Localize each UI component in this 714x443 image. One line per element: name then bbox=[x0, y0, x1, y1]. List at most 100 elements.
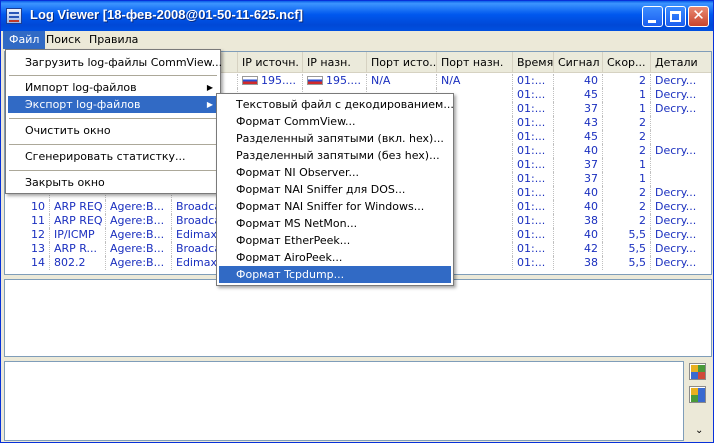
cell-text: Agere:B... bbox=[110, 242, 165, 255]
cell-text: 45 bbox=[584, 88, 598, 101]
cell-text: 1 bbox=[639, 158, 646, 171]
cell-text: 01:... bbox=[517, 102, 546, 115]
column-header[interactable]: Время bbox=[513, 52, 554, 73]
table-cell-no: 12 bbox=[5, 228, 50, 242]
export-format-item[interactable]: Формат AiroPeek... bbox=[219, 249, 451, 266]
column-header[interactable]: Детали bbox=[651, 52, 711, 73]
cell-text: 01:... bbox=[517, 144, 546, 157]
menu-item-label: Очистить окно bbox=[25, 124, 111, 137]
export-format-item[interactable]: Формат CommView... bbox=[219, 113, 451, 130]
layout-quadrant bbox=[698, 388, 705, 395]
menu-search[interactable]: Поиск bbox=[40, 31, 87, 49]
table-cell-details bbox=[651, 172, 711, 186]
log-viewer-window: Log Viewer [18-фев-2008@01-50-11-625.ncf… bbox=[0, 0, 714, 443]
cell-text: ARP REQ bbox=[54, 214, 103, 227]
packet-details-pane[interactable] bbox=[4, 279, 712, 357]
export-format-item[interactable]: Разделенный запятыми (вкл. hex)... bbox=[219, 130, 451, 147]
table-cell-proto: IP/ICMP bbox=[50, 228, 106, 242]
export-format-item[interactable]: Разделенный запятыми (без hex)... bbox=[219, 147, 451, 164]
export-format-item[interactable]: Формат MS NetMon... bbox=[219, 215, 451, 232]
table-cell-signal: 37 bbox=[554, 172, 603, 186]
clear-window-item[interactable]: Очистить окно bbox=[8, 122, 218, 139]
column-header[interactable]: Скор... bbox=[603, 52, 651, 73]
table-cell-time: 01:... bbox=[513, 158, 554, 172]
table-cell-details: Decry... bbox=[651, 200, 711, 214]
title-bar[interactable]: Log Viewer [18-фев-2008@01-50-11-625.ncf… bbox=[1, 1, 713, 31]
table-cell-time: 01:... bbox=[513, 144, 554, 158]
column-header[interactable]: Порт исто... bbox=[367, 52, 437, 73]
table-cell-signal: 40 bbox=[554, 186, 603, 200]
cell-text: 2 bbox=[639, 144, 646, 157]
cell-text: 5,5 bbox=[628, 256, 647, 269]
export-format-item[interactable]: Формат NI Observer... bbox=[219, 164, 451, 181]
table-cell-details bbox=[651, 130, 711, 144]
minimize-icon bbox=[648, 20, 656, 23]
table-cell-ipdst: 195.... bbox=[303, 74, 367, 88]
layout-quadrant bbox=[698, 395, 705, 402]
import-logs-item[interactable]: Импорт log-файлов ▶ bbox=[8, 79, 218, 96]
packet-hex-pane[interactable] bbox=[4, 361, 684, 441]
table-cell-speed: 1 bbox=[603, 158, 651, 172]
cell-text: Agere:B... bbox=[110, 256, 165, 269]
layout-quadrant bbox=[691, 365, 698, 372]
table-cell-time: 01:... bbox=[513, 74, 554, 88]
minimize-button[interactable] bbox=[642, 6, 663, 27]
cell-text: ARP REQ bbox=[54, 200, 103, 213]
cell-text: 01:... bbox=[517, 158, 546, 171]
table-cell-time: 01:... bbox=[513, 102, 554, 116]
table-cell-no: 13 bbox=[5, 242, 50, 256]
export-format-item[interactable]: Формат EtherPeek... bbox=[219, 232, 451, 249]
menu-rules[interactable]: Правила bbox=[83, 31, 144, 49]
cell-text: 40 bbox=[584, 144, 598, 157]
scroll-down-icon[interactable]: ⌄ bbox=[695, 425, 703, 436]
layout-icon[interactable] bbox=[689, 363, 706, 380]
table-cell-time: 01:... bbox=[513, 186, 554, 200]
table-cell-time: 01:... bbox=[513, 228, 554, 242]
table-cell-time: 01:... bbox=[513, 256, 554, 270]
table-cell-details bbox=[651, 116, 711, 130]
table-cell-details: Decry... bbox=[651, 186, 711, 200]
column-header[interactable]: IP источн. bbox=[238, 52, 303, 73]
cell-text: Decry... bbox=[655, 102, 697, 115]
column-header[interactable]: Порт назн. bbox=[437, 52, 513, 73]
cell-text: 2 bbox=[639, 116, 646, 129]
cell-text: Decry... bbox=[655, 74, 697, 87]
export-format-item[interactable]: Формат NAI Sniffer для DOS... bbox=[219, 181, 451, 198]
column-header[interactable]: IP назн. bbox=[303, 52, 367, 73]
submenu-arrow-icon: ▶ bbox=[206, 83, 213, 92]
cell-text: 43 bbox=[584, 116, 598, 129]
cell-text: 01:... bbox=[517, 186, 546, 199]
menu-separator bbox=[9, 170, 217, 171]
menu-bar: Файл Поиск Правила bbox=[1, 31, 713, 49]
export-format-item[interactable]: Формат NAI Sniffer for Windows... bbox=[219, 198, 451, 215]
cell-text: 12 bbox=[31, 228, 45, 241]
cell-text: 42 bbox=[584, 242, 598, 255]
table-cell-signal: 37 bbox=[554, 158, 603, 172]
cell-text: Decry... bbox=[655, 200, 697, 213]
close-window-item[interactable]: Закрыть окно bbox=[8, 174, 218, 191]
cell-text: Decry... bbox=[655, 186, 697, 199]
cell-text: 1 bbox=[639, 102, 646, 115]
layout-quadrant bbox=[698, 372, 705, 379]
cell-text: 2 bbox=[639, 130, 646, 143]
table-cell-speed: 2 bbox=[603, 116, 651, 130]
export-format-item[interactable]: Текстовый файл с декодированием... bbox=[219, 96, 454, 113]
close-button[interactable]: ✕ bbox=[688, 6, 709, 27]
cell-text: 40 bbox=[584, 200, 598, 213]
column-header[interactable]: Сигнал bbox=[554, 52, 603, 73]
maximize-button[interactable] bbox=[665, 6, 686, 27]
cell-text: 2 bbox=[639, 74, 646, 87]
cell-text: 01:... bbox=[517, 130, 546, 143]
table-cell-details: Decry... bbox=[651, 144, 711, 158]
table-cell-time: 01:... bbox=[513, 116, 554, 130]
export-logs-item[interactable]: Экспорт log-файлов ▶ bbox=[8, 96, 218, 113]
load-logs-item[interactable]: Загрузить log-файлы CommView... bbox=[8, 54, 222, 71]
cell-text: 01:... bbox=[517, 116, 546, 129]
generate-stats-item[interactable]: Сгенерировать статистку... bbox=[8, 148, 218, 165]
maximize-icon bbox=[670, 11, 681, 22]
cell-text: 37 bbox=[584, 102, 598, 115]
layout-alt-icon[interactable] bbox=[689, 386, 706, 403]
table-cell-src: Agere:B... bbox=[106, 242, 172, 256]
table-cell-speed: 1 bbox=[603, 88, 651, 102]
export-format-item[interactable]: Формат Tcpdump... bbox=[219, 266, 451, 283]
